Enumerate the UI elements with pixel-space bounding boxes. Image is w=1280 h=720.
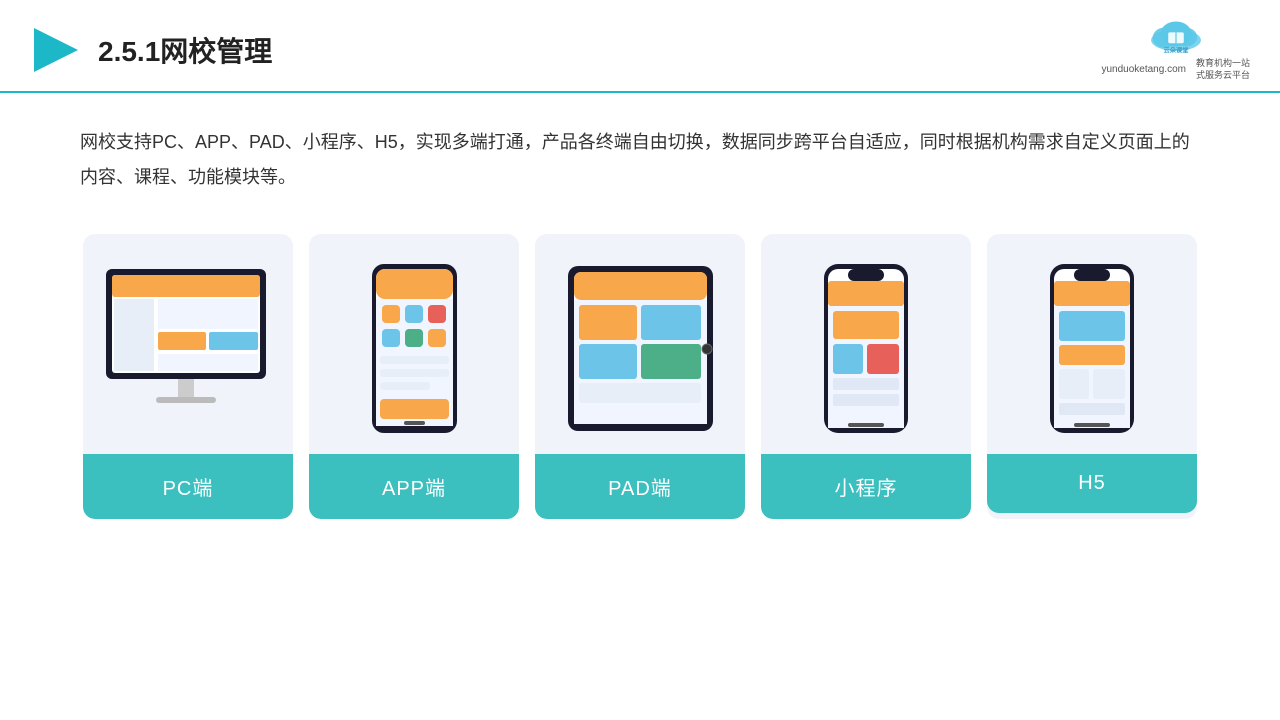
h5-image-area bbox=[987, 234, 1197, 454]
svg-text:云朵课堂: 云朵课堂 bbox=[1163, 47, 1188, 55]
card-pc: PC端 bbox=[83, 234, 293, 519]
page-title: 2.5.1网校管理 bbox=[98, 30, 272, 70]
page-header: 2.5.1网校管理 云朵课堂 yunduoketang.com 教育机构一站式服… bbox=[0, 0, 1280, 93]
card-app: APP端 bbox=[309, 234, 519, 519]
card-h5: H5 bbox=[987, 234, 1197, 519]
card-h5-label: H5 bbox=[987, 454, 1197, 513]
play-icon bbox=[30, 24, 82, 76]
card-miniapp-label: 小程序 bbox=[761, 454, 971, 519]
pad-image-area bbox=[535, 234, 745, 454]
card-miniapp: 小程序 bbox=[761, 234, 971, 519]
card-pad: PAD端 bbox=[535, 234, 745, 519]
pc-image-area bbox=[83, 234, 293, 454]
description-content: 网校支持PC、APP、PAD、小程序、H5，实现多端打通，产品各终端自由切换，数… bbox=[80, 132, 1190, 186]
pc-device-icon bbox=[96, 264, 281, 434]
brand-logo: 云朵课堂 bbox=[1141, 18, 1211, 56]
device-cards: PC端 bbox=[0, 214, 1280, 519]
logo-area: 云朵课堂 yunduoketang.com 教育机构一站式服务云平台 bbox=[1101, 18, 1250, 81]
card-pad-label: PAD端 bbox=[535, 454, 745, 519]
app-image-area bbox=[309, 234, 519, 454]
pad-device-icon bbox=[563, 261, 718, 436]
card-app-label: APP端 bbox=[309, 454, 519, 519]
app-device-icon bbox=[367, 261, 462, 436]
h5-device-icon bbox=[1046, 261, 1138, 436]
header-left: 2.5.1网校管理 bbox=[30, 24, 272, 76]
logo-text: yunduoketang.com 教育机构一站式服务云平台 bbox=[1101, 58, 1250, 81]
logo-slogan: 教育机构一站式服务云平台 bbox=[1196, 58, 1250, 81]
miniapp-device-icon bbox=[820, 261, 912, 436]
logo-url: yunduoketang.com bbox=[1101, 64, 1186, 75]
description-text: 网校支持PC、APP、PAD、小程序、H5，实现多端打通，产品各终端自由切换，数… bbox=[0, 93, 1280, 213]
miniapp-image-area bbox=[761, 234, 971, 454]
card-pc-label: PC端 bbox=[83, 454, 293, 519]
